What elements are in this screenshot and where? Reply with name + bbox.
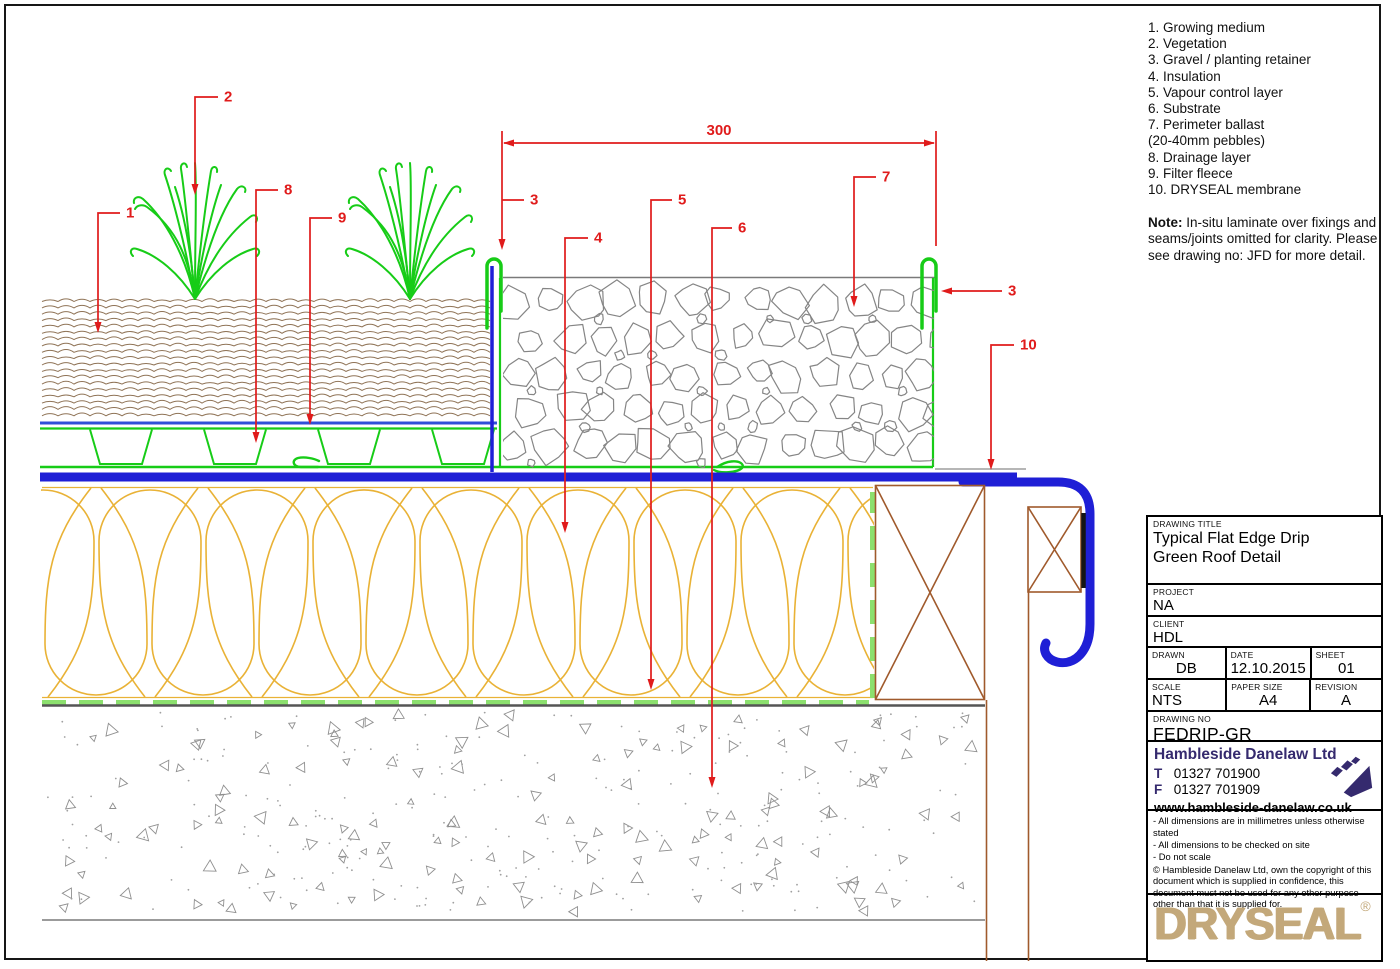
svg-text:3: 3: [1008, 283, 1016, 300]
fax-label: F: [1154, 782, 1170, 797]
date-label: DATE: [1231, 650, 1306, 660]
drawing-title-line2: Green Roof Detail: [1153, 548, 1376, 567]
legend-item: 7. Perimeter ballast: [1148, 117, 1384, 133]
callout-2-vegetation: 2: [192, 89, 233, 196]
callout-10-dryseal-membrane: 10: [988, 337, 1037, 471]
callout-7-perimeter-ballast: 7: [851, 169, 891, 308]
legend-item: 8. Drainage layer: [1148, 150, 1384, 166]
legend-item: 1. Growing medium: [1148, 20, 1384, 36]
callout-9-filter-fleece: 9: [307, 210, 347, 426]
footer-note: - Do not scale: [1153, 851, 1376, 863]
sheet-value: 01: [1316, 660, 1377, 677]
growing-medium-layer: [42, 299, 490, 416]
svg-text:9: 9: [338, 210, 346, 227]
client-label: CLIENT: [1153, 619, 1376, 629]
legend-item: 4. Insulation: [1148, 69, 1384, 85]
note-label: Note:: [1148, 215, 1183, 230]
membrane-drip-trim: [935, 469, 1090, 663]
timber-fascia-batten: [1028, 507, 1081, 592]
svg-text:300: 300: [706, 122, 731, 139]
callout-5-vapour-control-layer: 5: [648, 192, 687, 691]
legend-item: 5. Vapour control layer: [1148, 85, 1384, 101]
svg-text:6: 6: [738, 220, 746, 237]
insulation-layer: [0, 488, 950, 698]
drawing-title-line1: Typical Flat Edge Drip: [1153, 529, 1376, 548]
vegetation-right: [346, 163, 474, 299]
hambleside-logo-icon: [1329, 754, 1375, 802]
paper-size-label: PAPER SIZE: [1231, 682, 1305, 692]
project-value: NA: [1153, 597, 1376, 614]
footer-note: - All dimensions to be checked on site: [1153, 839, 1376, 851]
callout-3-gravel-planting-retainer-left: 3: [499, 131, 539, 250]
svg-text:1: 1: [126, 205, 134, 222]
ballast-pebbles: [497, 280, 958, 468]
footer-note: - All dimensions are in millimetres unle…: [1153, 815, 1376, 839]
paper-size-value: A4: [1231, 692, 1305, 709]
tel-value: 01327 701900: [1174, 766, 1260, 781]
sheet-label: SHEET: [1316, 650, 1377, 660]
legend-item: 10. DRYSEAL membrane: [1148, 182, 1384, 198]
svg-text:5: 5: [678, 192, 686, 209]
revision-label: REVISION: [1315, 682, 1377, 692]
substrate-concrete: [42, 706, 985, 921]
date-value: 12.10.2015: [1231, 660, 1306, 677]
drawing-title: Typical Flat Edge Drip Green Roof Detail: [1153, 529, 1376, 567]
dryseal-logo-text: DRYSEAL: [1154, 898, 1360, 949]
dryseal-logo: DRYSEAL®: [1154, 898, 1371, 950]
drawing-title-label: DRAWING TITLE: [1153, 519, 1376, 529]
legend-note: Note: In-situ laminate over fixings and …: [1148, 215, 1384, 264]
copyright-icon: ©: [1153, 865, 1160, 875]
svg-text:3: 3: [530, 192, 538, 209]
svg-text:7: 7: [882, 169, 890, 186]
client-value: HDL: [1153, 629, 1376, 646]
svg-text:2: 2: [224, 89, 232, 106]
drawing-no-label: DRAWING NO: [1153, 714, 1376, 724]
callout-1-growing-medium: 1: [95, 205, 135, 334]
legend-item: 9. Filter fleece: [1148, 166, 1384, 182]
title-block: DRAWING TITLE Typical Flat Edge Drip Gre…: [1146, 515, 1383, 962]
revision-value: A: [1315, 692, 1377, 709]
svg-text:8: 8: [284, 182, 292, 199]
legend-item: 2. Vegetation: [1148, 36, 1384, 52]
legend-item: 6. Substrate: [1148, 101, 1384, 117]
svg-text:4: 4: [594, 230, 603, 247]
project-label: PROJECT: [1153, 587, 1376, 597]
drawn-label: DRAWN: [1152, 650, 1221, 660]
scale-label: SCALE: [1152, 682, 1221, 692]
scale-value: NTS: [1152, 692, 1221, 709]
timber-kerb: [876, 486, 985, 700]
fax-value: 01327 701909: [1174, 782, 1260, 797]
legend-notes: 1. Growing medium 2. Vegetation 3. Grave…: [1148, 20, 1384, 264]
tel-label: T: [1154, 766, 1170, 781]
wall-lines: [987, 592, 1029, 961]
svg-text:10: 10: [1020, 337, 1037, 354]
legend-item: 3. Gravel / planting retainer: [1148, 52, 1384, 68]
callout-3-gravel-planting-retainer-right: 3: [941, 283, 1016, 300]
note-text: In-situ laminate over fixings and seams/…: [1148, 215, 1377, 262]
legend-item: (20-40mm pebbles): [1148, 133, 1384, 149]
vapour-control-layer: [42, 492, 873, 703]
drawn-value: DB: [1152, 660, 1221, 677]
drainage-layer: [40, 429, 933, 473]
registered-mark: ®: [1360, 898, 1370, 914]
